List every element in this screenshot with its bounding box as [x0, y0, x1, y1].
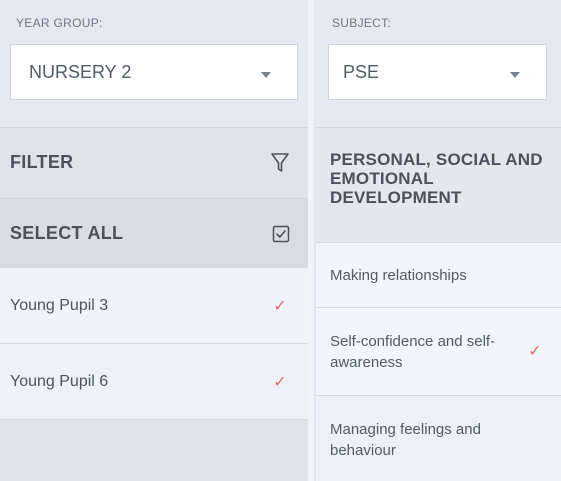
strand-label: Making relationships: [330, 266, 467, 284]
pupil-list-empty-area: [0, 420, 308, 481]
strand-item[interactable]: Managing feelings and behaviour: [316, 395, 561, 481]
area-of-learning-title: PERSONAL, SOCIAL AND EMOTIONAL DEVELOPME…: [330, 150, 543, 207]
check-icon: ✓: [273, 297, 287, 315]
pupil-name: Young Pupil 6: [10, 372, 109, 390]
chevron-down-icon: [261, 72, 271, 78]
pupil-name: Young Pupil 3: [10, 296, 109, 314]
strand-label: Self-confidence and self-awareness: [330, 332, 496, 371]
subject-panel: SUBJECT: PSE PERSONAL, SOCIAL AND EMOTIO…: [314, 0, 561, 481]
select-all-row[interactable]: SELECT ALL: [0, 198, 308, 268]
subject-select[interactable]: PSE: [328, 44, 547, 100]
year-group-caption: YEAR GROUP:: [16, 16, 103, 30]
pupil-row[interactable]: Young Pupil 3 ✓: [0, 268, 308, 344]
year-group-section: YEAR GROUP: NURSERY 2: [0, 0, 308, 127]
subject-section: SUBJECT: PSE: [316, 0, 561, 127]
check-icon: ✓: [273, 373, 287, 391]
pupil-panel: YEAR GROUP: NURSERY 2 FILTER SELECT ALL: [0, 0, 308, 481]
chevron-down-icon: [510, 72, 520, 78]
year-group-select[interactable]: NURSERY 2: [10, 44, 298, 100]
check-icon: ✓: [528, 343, 542, 360]
filter-icon[interactable]: [270, 152, 290, 174]
checkbox-checked-icon[interactable]: [272, 225, 290, 243]
strand-label: Managing feelings and behaviour: [330, 420, 481, 459]
app-root: YEAR GROUP: NURSERY 2 FILTER SELECT ALL: [0, 0, 561, 481]
filter-row[interactable]: FILTER: [0, 127, 308, 197]
pupil-row[interactable]: Young Pupil 6 ✓: [0, 344, 308, 420]
strand-item[interactable]: Making relationships: [316, 242, 561, 307]
filter-label: FILTER: [10, 152, 74, 172]
area-of-learning-header: PERSONAL, SOCIAL AND EMOTIONAL DEVELOPME…: [316, 127, 561, 242]
subject-value: PSE: [343, 61, 380, 82]
select-all-label: SELECT ALL: [10, 223, 124, 243]
year-group-value: NURSERY 2: [29, 61, 132, 82]
subject-caption: SUBJECT:: [332, 16, 392, 30]
strand-item[interactable]: Self-confidence and self-awareness ✓: [316, 307, 561, 395]
pupil-list: Young Pupil 3 ✓ Young Pupil 6 ✓: [0, 268, 308, 420]
